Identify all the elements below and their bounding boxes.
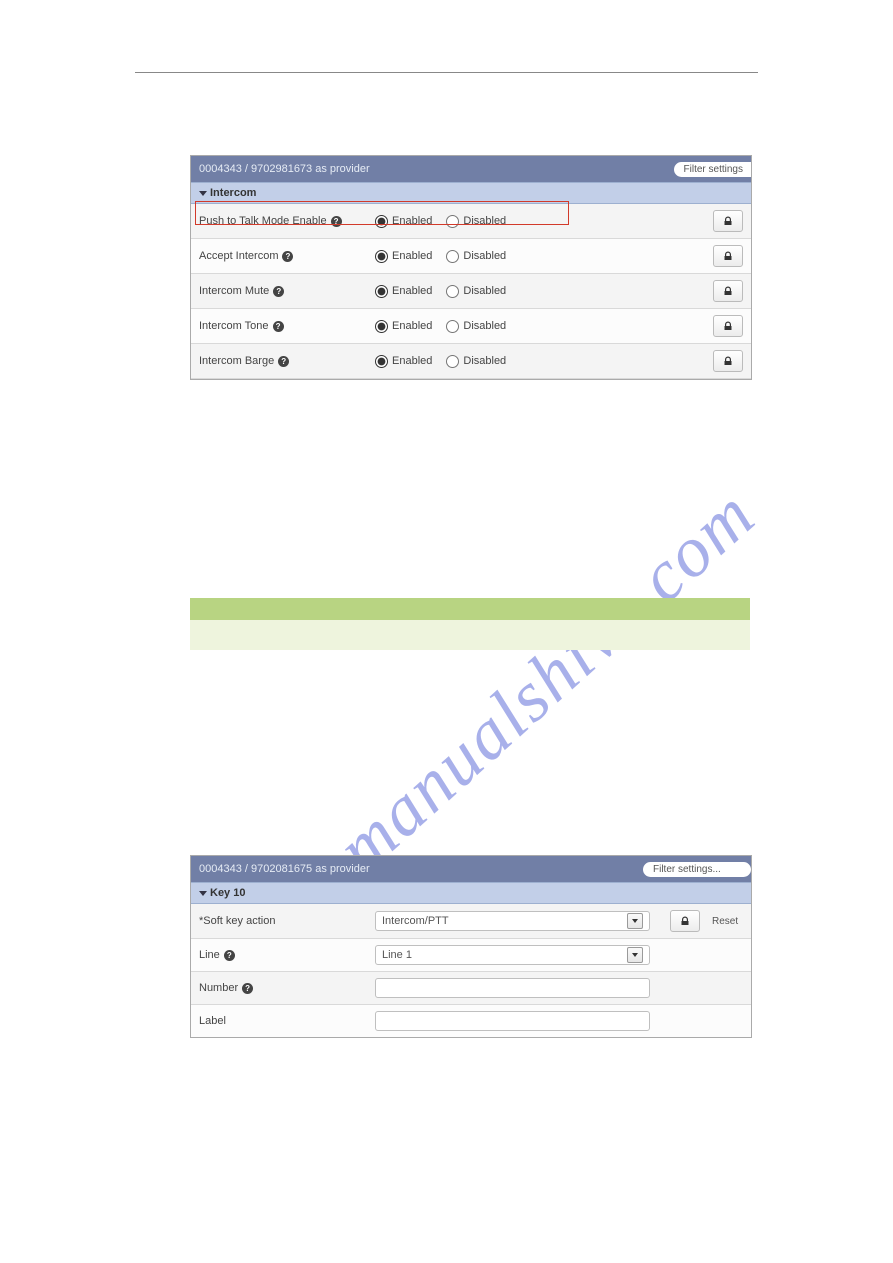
lock-button[interactable]	[713, 280, 743, 302]
section-label: Intercom	[210, 187, 256, 199]
row-label-text: Intercom Tone	[199, 320, 269, 332]
lock-button[interactable]	[713, 245, 743, 267]
radio-disabled[interactable]: Disabled	[446, 320, 506, 333]
line-select[interactable]: Line 1	[375, 945, 650, 965]
row-label-text: Push to Talk Mode Enable	[199, 215, 327, 227]
row-label-text: Number	[199, 982, 238, 994]
radio-enabled[interactable]: Enabled	[375, 250, 432, 263]
lock-icon	[723, 286, 733, 296]
watermark-text: manualshive.com	[321, 473, 772, 891]
radio-disabled[interactable]: Disabled	[446, 250, 506, 263]
lock-icon	[723, 251, 733, 261]
lock-button[interactable]	[713, 210, 743, 232]
radio-enabled[interactable]: Enabled	[375, 215, 432, 228]
panel-title: 0004343 / 9702081675 as provider	[199, 863, 370, 875]
lock-button[interactable]	[670, 910, 700, 932]
green-bar-dark	[190, 598, 750, 620]
row-accept-intercom: Accept Intercom ? Enabled Disabled	[191, 239, 751, 274]
help-icon[interactable]: ?	[242, 983, 253, 994]
row-softkey-label: Label	[191, 1005, 751, 1037]
row-intercom-tone: Intercom Tone ? Enabled Disabled	[191, 309, 751, 344]
row-label-text: Line	[199, 949, 220, 961]
row-label-text: Label	[199, 1015, 226, 1027]
help-icon[interactable]: ?	[273, 321, 284, 332]
radio-disabled-label: Disabled	[463, 285, 506, 297]
number-input[interactable]	[375, 978, 650, 998]
row-line: Line ? Line 1	[191, 939, 751, 972]
reset-link[interactable]: Reset	[710, 916, 740, 927]
panel-title: 0004343 / 9702981673 as provider	[199, 163, 370, 175]
dropdown-arrow-icon	[627, 913, 643, 929]
radio-disabled[interactable]: Disabled	[446, 215, 506, 228]
dropdown-arrow-icon	[627, 947, 643, 963]
row-soft-key-action: *Soft key action Intercom/PTT Reset	[191, 904, 751, 939]
lock-icon	[680, 916, 690, 926]
radio-disabled-label: Disabled	[463, 250, 506, 262]
radio-enabled[interactable]: Enabled	[375, 355, 432, 368]
row-number: Number ?	[191, 972, 751, 1005]
panel-titlebar: 0004343 / 9702081675 as provider Filter …	[191, 856, 751, 882]
radio-enabled[interactable]: Enabled	[375, 285, 432, 298]
section-header-key10[interactable]: Key 10	[191, 882, 751, 904]
radio-enabled-label: Enabled	[392, 215, 432, 227]
intercom-settings-panel: 0004343 / 9702981673 as provider Filter …	[190, 155, 752, 380]
radio-disabled-label: Disabled	[463, 215, 506, 227]
row-label-text: Intercom Barge	[199, 355, 274, 367]
row-label-text: Intercom Mute	[199, 285, 269, 297]
section-label: Key 10	[210, 887, 245, 899]
lock-icon	[723, 216, 733, 226]
help-icon[interactable]: ?	[224, 950, 235, 961]
lock-button[interactable]	[713, 315, 743, 337]
radio-enabled-label: Enabled	[392, 250, 432, 262]
select-value: Line 1	[382, 949, 412, 961]
top-horizontal-rule	[135, 72, 758, 73]
help-icon[interactable]: ?	[273, 286, 284, 297]
chevron-down-icon	[199, 891, 207, 896]
lock-icon	[723, 321, 733, 331]
row-push-to-talk: Push to Talk Mode Enable ? Enabled Disab…	[191, 204, 751, 239]
radio-enabled[interactable]: Enabled	[375, 320, 432, 333]
row-label-text: Accept Intercom	[199, 250, 278, 262]
radio-enabled-label: Enabled	[392, 355, 432, 367]
radio-disabled-label: Disabled	[463, 320, 506, 332]
select-value: Intercom/PTT	[382, 915, 449, 927]
filter-settings-pill[interactable]: Filter settings...	[643, 862, 751, 877]
radio-enabled-label: Enabled	[392, 285, 432, 297]
soft-key-action-select[interactable]: Intercom/PTT	[375, 911, 650, 931]
help-icon[interactable]: ?	[331, 216, 342, 227]
filter-settings-pill[interactable]: Filter settings	[674, 162, 751, 177]
radio-disabled[interactable]: Disabled	[446, 285, 506, 298]
green-bar-light	[190, 620, 750, 650]
section-header-intercom[interactable]: Intercom	[191, 182, 751, 204]
help-icon[interactable]: ?	[278, 356, 289, 367]
row-label-text: *Soft key action	[199, 915, 275, 927]
lock-button[interactable]	[713, 350, 743, 372]
label-input[interactable]	[375, 1011, 650, 1031]
chevron-down-icon	[199, 191, 207, 196]
radio-disabled[interactable]: Disabled	[446, 355, 506, 368]
radio-disabled-label: Disabled	[463, 355, 506, 367]
radio-enabled-label: Enabled	[392, 320, 432, 332]
row-intercom-barge: Intercom Barge ? Enabled Disabled	[191, 344, 751, 379]
lock-icon	[723, 356, 733, 366]
softkey-settings-panel: 0004343 / 9702081675 as provider Filter …	[190, 855, 752, 1038]
help-icon[interactable]: ?	[282, 251, 293, 262]
panel-titlebar: 0004343 / 9702981673 as provider Filter …	[191, 156, 751, 182]
row-intercom-mute: Intercom Mute ? Enabled Disabled	[191, 274, 751, 309]
